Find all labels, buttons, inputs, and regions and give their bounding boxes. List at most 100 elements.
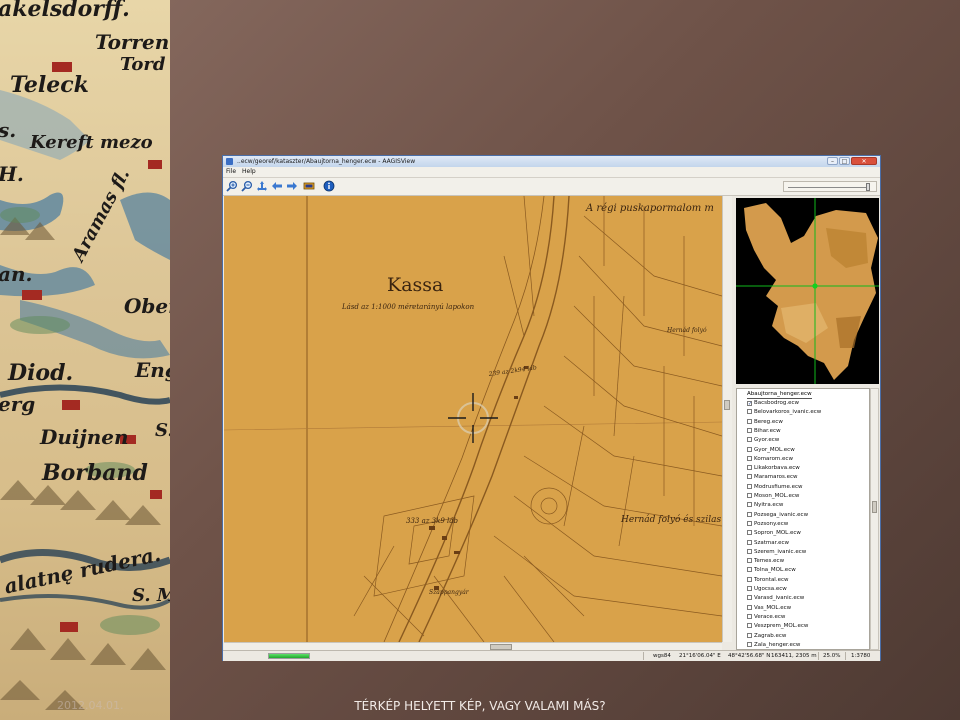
zoom-back-icon[interactable] — [271, 180, 283, 192]
close-button[interactable]: ✕ — [851, 157, 877, 165]
layer-item[interactable]: Nyitra.ecw — [747, 501, 783, 510]
layer-checkbox[interactable] — [747, 427, 752, 433]
layer-checkbox[interactable] — [747, 604, 752, 610]
layer-label: Belovarkoros_ivanic.ecw — [754, 409, 822, 416]
old-map-label: Kereft mezo — [30, 132, 153, 153]
layer-checkbox[interactable] — [747, 613, 752, 619]
layer-checkbox[interactable] — [747, 586, 752, 591]
layer-item[interactable]: Tolna_MOL.ecw — [747, 566, 796, 575]
layer-item[interactable]: Bereg.ecw — [747, 418, 783, 427]
aagisview-window: ..ecw/georef/kataszter/Abaujtorna_henger… — [222, 155, 881, 661]
status-projection: wgs84 — [653, 653, 671, 659]
zoom-in-icon[interactable] — [226, 180, 238, 192]
layer-item[interactable]: Pozsega_ivanic.ecw — [747, 511, 808, 520]
layer-list-scrollbar[interactable] — [870, 388, 879, 650]
layer-checkbox[interactable] — [747, 502, 752, 508]
window-title: ..ecw/georef/kataszter/Abaujtorna_henger… — [237, 158, 416, 165]
layer-checkbox[interactable] — [747, 455, 752, 461]
status-xy: 163411, 2305 m — [771, 653, 817, 659]
map-vscroll-thumb[interactable] — [724, 400, 730, 410]
layer-item[interactable]: Veszprem_MOL.ecw — [747, 622, 808, 631]
pan-icon[interactable] — [256, 180, 268, 192]
layer-item[interactable]: Gyor_MOL.ecw — [747, 446, 795, 455]
map-vertical-scrollbar[interactable] — [722, 196, 732, 642]
zoom-out-icon[interactable] — [241, 180, 253, 192]
layer-item[interactable]: Varasd_ivanic.ecw — [747, 594, 804, 603]
zoom-forward-icon[interactable] — [286, 180, 298, 192]
layer-item[interactable]: Verace.ecw — [747, 613, 785, 622]
menu-help[interactable]: Help — [242, 167, 256, 177]
status-separator — [818, 652, 819, 660]
map-view[interactable]: Kassa Lásd az 1:1000 méretarányú lapokon… — [224, 196, 722, 642]
layer-item[interactable]: Modrusfiume.ecw — [747, 483, 803, 492]
layer-item[interactable]: Likakorbava.ecw — [747, 464, 800, 473]
layer-item[interactable]: Vas_MOL.ecw — [747, 604, 791, 613]
layer-item[interactable]: Ugocsa.ecw — [747, 585, 787, 594]
layer-checkbox[interactable] — [747, 558, 752, 564]
layer-item[interactable]: Torontal.ecw — [747, 576, 789, 585]
layer-item[interactable]: Zala_henger.ecw — [747, 641, 801, 649]
old-map-label: Eng — [135, 358, 170, 382]
layer-label: Ugocsa.ecw — [754, 586, 787, 592]
layer-item[interactable]: Sopron_MOL.ecw — [747, 529, 801, 538]
status-zoom: 25.0% — [823, 653, 841, 659]
layer-checkbox[interactable] — [747, 409, 752, 415]
layer-checkbox[interactable] — [747, 539, 752, 545]
layer-item[interactable]: Belovarkoros_ivanic.ecw — [747, 408, 821, 417]
layer-checkbox[interactable] — [747, 623, 752, 629]
layer-checkbox[interactable] — [747, 446, 752, 452]
status-scale: 1:3780 — [851, 653, 871, 659]
map-label-city: Kassa — [387, 274, 443, 296]
layer-item[interactable]: Bihar.ecw — [747, 427, 781, 436]
layer-checkbox[interactable] — [747, 641, 752, 647]
layer-label: Maramaros.ecw — [754, 474, 798, 481]
layer-item[interactable]: Szatmar.ecw — [747, 539, 789, 548]
layer-checkbox[interactable] — [747, 437, 752, 443]
layer-list-header[interactable]: Abaujtorna_henger.ecw — [747, 390, 812, 399]
layer-label: Szatmar.ecw — [754, 539, 790, 546]
layer-item[interactable]: Moson_MOL.ecw — [747, 492, 799, 501]
maximize-button[interactable]: □ — [839, 157, 850, 165]
layer-item[interactable]: Temes.ecw — [747, 557, 784, 566]
opacity-slider[interactable] — [783, 181, 877, 192]
layer-checkbox[interactable]: ✓ — [747, 401, 752, 407]
layer-item[interactable]: Gyor.ecw — [747, 436, 779, 445]
layer-checkbox[interactable] — [747, 483, 752, 489]
map-label-subtitle: Lásd az 1:1000 méretarányú lapokon — [341, 303, 475, 311]
info-icon[interactable] — [323, 180, 335, 192]
overview-map[interactable] — [736, 198, 879, 384]
old-map-label: Borband — [42, 460, 148, 486]
old-map-label: erg — [0, 392, 36, 416]
layer-checkbox[interactable] — [747, 511, 752, 517]
menu-file[interactable]: File — [226, 167, 236, 177]
layer-checkbox[interactable] — [747, 474, 752, 480]
layer-item[interactable]: Szerem_ivanic.ecw — [747, 548, 806, 557]
slider-thumb[interactable] — [865, 183, 870, 191]
layers-icon[interactable] — [303, 180, 315, 192]
layer-checkbox[interactable] — [747, 418, 752, 424]
layer-label: Torontal.ecw — [754, 576, 789, 583]
layer-label: Zala_henger.ecw — [754, 641, 801, 648]
old-map-label: S. — [155, 420, 170, 441]
minimize-button[interactable]: – — [827, 157, 838, 165]
old-map-label: Tord — [120, 54, 166, 75]
layer-checkbox[interactable] — [747, 576, 752, 582]
layer-item[interactable]: ✓ Bacsbodrog.ecw — [747, 399, 799, 408]
layer-checkbox[interactable] — [747, 567, 752, 573]
layer-checkbox[interactable] — [747, 632, 752, 638]
layer-checkbox[interactable] — [747, 595, 752, 601]
layer-checkbox[interactable] — [747, 520, 752, 526]
layer-list: Abaujtorna_henger.ecw ✓ Bacsbodrog.ecw Bel… — [736, 388, 870, 650]
layer-item[interactable]: Komarom.ecw — [747, 455, 793, 464]
layer-checkbox[interactable] — [747, 493, 752, 498]
old-map-label: S. M — [132, 585, 170, 606]
layer-checkbox[interactable] — [747, 530, 752, 536]
layer-checkbox[interactable] — [747, 465, 752, 471]
layer-item[interactable]: Maramaros.ecw — [747, 473, 798, 482]
layer-item[interactable]: Zagrab.ecw — [747, 632, 786, 641]
layer-label: Moson_MOL.ecw — [754, 493, 800, 499]
layer-item[interactable]: Pozsony.ecw — [747, 520, 788, 529]
layer-checkbox[interactable] — [747, 548, 752, 554]
slider-track — [788, 187, 870, 188]
layer-scroll-thumb[interactable] — [872, 501, 877, 513]
